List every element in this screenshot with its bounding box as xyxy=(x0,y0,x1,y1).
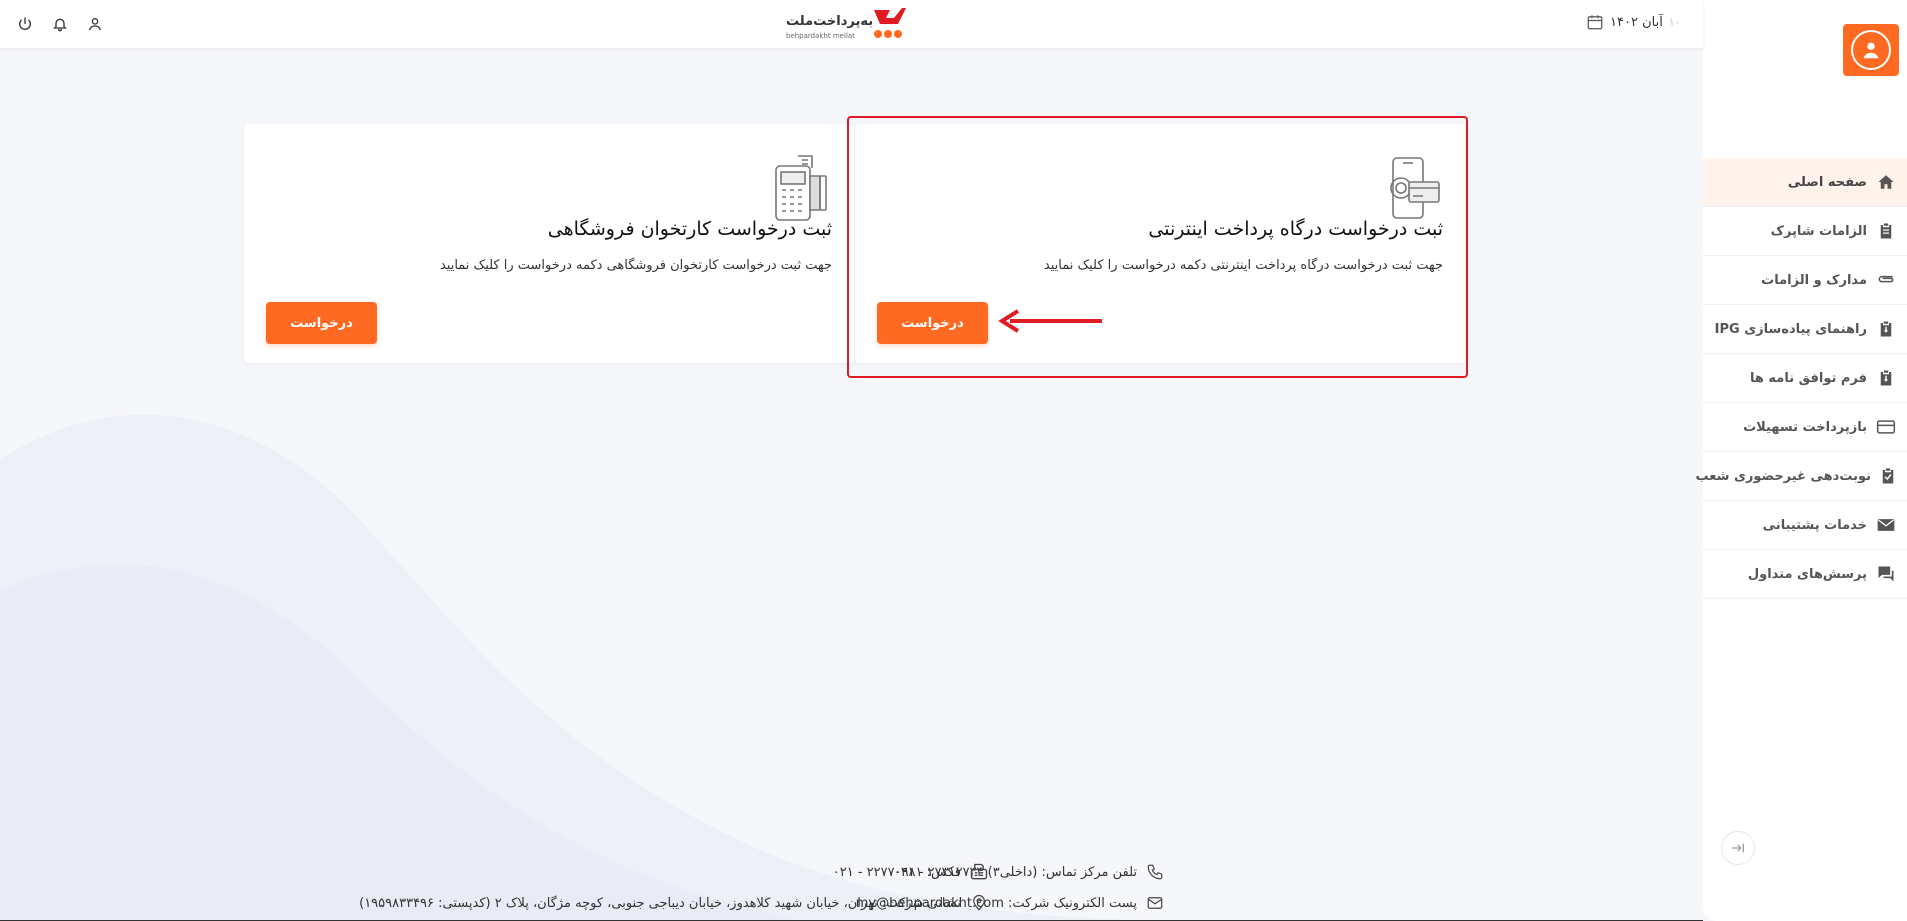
user-icon[interactable] xyxy=(84,13,106,35)
pos-request-button[interactable]: درخواست xyxy=(266,302,377,344)
sidebar-item-loan-repayment[interactable]: بازپرداخت تسهیلات xyxy=(1703,403,1907,452)
sidebar-item-label: مدارک و الزامات xyxy=(1761,272,1867,288)
top-header: به‌پرداخت‌ملت behpardakht mellat ۱۰ آبان… xyxy=(0,0,1703,48)
mail-icon xyxy=(1875,514,1897,536)
sidebar-item-documents[interactable]: مدارک و الزامات xyxy=(1703,256,1907,305)
sidebar-item-label: فرم توافق نامه ها xyxy=(1749,370,1867,386)
fax-icon xyxy=(969,862,989,882)
sidebar-item-label: بازپرداخت تسهیلات xyxy=(1743,419,1867,435)
logo-text: به‌پرداخت‌ملت xyxy=(786,14,874,29)
paperclip-icon xyxy=(1875,269,1897,291)
download-clipboard-icon xyxy=(1875,318,1897,340)
sidebar-item-label: پرسش‌های متداول xyxy=(1747,566,1867,582)
sidebar-item-label: راهنمای پیاده‌سازی IPG xyxy=(1714,321,1867,337)
header-actions xyxy=(14,13,106,35)
date-display: ۱۰ آبان ۱۴۰۲ xyxy=(1586,13,1681,31)
sidebar-item-home[interactable]: صفحه اصلی xyxy=(1703,158,1907,207)
footer-address: نشانی شرکت: تهران، خیابان شهید کلاهدوز، … xyxy=(359,893,989,913)
download-clipboard-icon xyxy=(1875,367,1897,389)
card-description: جهت ثبت درخواست درگاه پرداخت اینترنتی دک… xyxy=(1043,258,1443,273)
user-avatar[interactable] xyxy=(1843,24,1899,76)
footer: تلفن مرکز تماس: (داخلی۳) ۲۷۳۱۲۷۳۴ - ۰۲۱ … xyxy=(0,860,1703,921)
sidebar: صفحه اصلی الزامات شاپرک مدارک و الزامات … xyxy=(1696,0,1907,921)
pos-terminal-icon xyxy=(775,155,827,221)
envelope-icon xyxy=(1145,893,1165,913)
date-text: آبان ۱۴۰۲ xyxy=(1610,14,1663,30)
date-day: ۱۰ xyxy=(1668,15,1681,29)
annotation-arrow-icon xyxy=(998,309,1102,333)
sidebar-item-agreements[interactable]: فرم توافق نامه ها xyxy=(1703,354,1907,403)
sidebar-item-support[interactable]: خدمات پشتیبانی xyxy=(1703,501,1907,550)
phone-icon xyxy=(1145,862,1165,882)
location-pin-icon xyxy=(969,893,989,913)
behpardakht-logo[interactable]: به‌پرداخت‌ملت behpardakht mellat xyxy=(786,6,910,44)
ipg-request-card: ثبت درخواست درگاه پرداخت اینترنتی جهت ثب… xyxy=(855,124,1465,363)
sidebar-item-label: نوبت‌دهی غیرحضوری شعب xyxy=(1695,468,1871,484)
home-icon xyxy=(1875,171,1897,193)
sidebar-item-branch-booking[interactable]: نوبت‌دهی غیرحضوری شعب xyxy=(1696,452,1907,501)
sidebar-nav: صفحه اصلی الزامات شاپرک مدارک و الزامات … xyxy=(1696,158,1907,599)
sidebar-collapse-button[interactable] xyxy=(1721,831,1755,865)
chat-icon xyxy=(1875,563,1897,585)
credit-card-icon xyxy=(1875,416,1897,438)
card-title: ثبت درخواست کارتخوان فروشگاهی xyxy=(547,218,832,240)
sidebar-item-label: صفحه اصلی xyxy=(1787,174,1867,190)
logo-mark-icon xyxy=(874,8,906,38)
sidebar-item-label: الزامات شاپرک xyxy=(1770,223,1867,239)
footer-fax-text: فکس: ۲۲۷۷۰۹۸۱ - ۰۲۱ xyxy=(832,864,961,880)
logo-subtitle: behpardakht mellat xyxy=(786,32,855,40)
sidebar-item-shaparak[interactable]: الزامات شاپرک xyxy=(1703,207,1907,256)
footer-fax: فکس: ۲۲۷۷۰۹۸۱ - ۰۲۱ xyxy=(833,862,989,882)
power-icon[interactable] xyxy=(14,13,36,35)
footer-address-text: نشانی شرکت: تهران، خیابان شهید کلاهدوز، … xyxy=(359,895,961,911)
collapse-arrow-icon xyxy=(1732,843,1744,853)
mobile-payment-icon xyxy=(1390,157,1440,219)
sidebar-item-label: خدمات پشتیبانی xyxy=(1762,517,1867,533)
pos-request-card: ثبت درخواست کارتخوان فروشگاهی جهت ثبت در… xyxy=(244,124,854,363)
calendar-icon xyxy=(1587,15,1603,30)
ipg-request-button[interactable]: درخواست xyxy=(877,302,988,344)
sidebar-item-faq[interactable]: پرسش‌های متداول xyxy=(1703,550,1907,599)
card-title: ثبت درخواست درگاه پرداخت اینترنتی xyxy=(1148,218,1443,240)
card-description: جهت ثبت درخواست کارتخوان فروشگاهی دکمه د… xyxy=(439,258,832,273)
check-clipboard-icon xyxy=(1879,465,1897,487)
bell-icon[interactable] xyxy=(49,13,71,35)
background-wave xyxy=(0,414,1200,921)
sidebar-item-ipg-guide[interactable]: راهنمای پیاده‌سازی IPG xyxy=(1703,305,1907,354)
avatar-user-icon xyxy=(1851,30,1891,70)
clipboard-icon xyxy=(1875,220,1897,242)
